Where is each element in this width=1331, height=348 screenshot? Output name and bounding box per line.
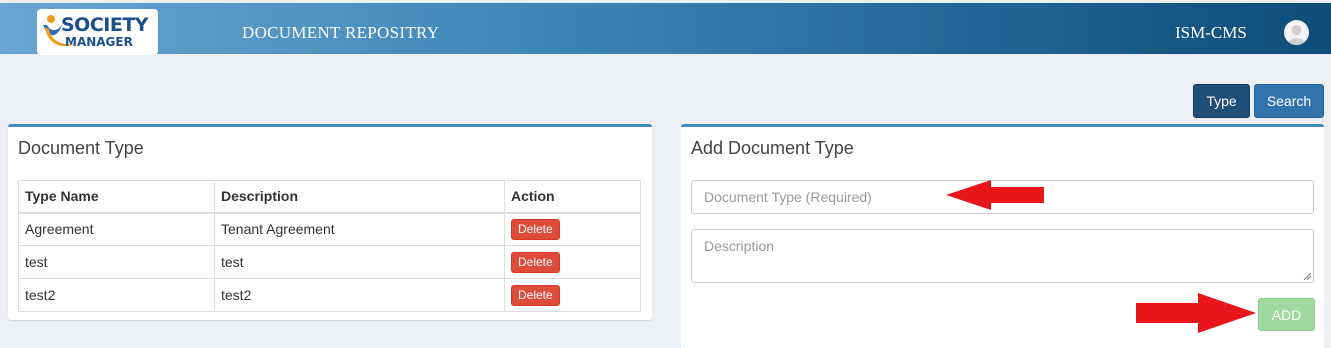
- document-type-title: Document Type: [18, 138, 144, 158]
- user-avatar-icon[interactable]: [1284, 20, 1309, 45]
- add-button[interactable]: ADD: [1258, 298, 1315, 331]
- action-cell: Delete: [504, 245, 641, 279]
- delete-button[interactable]: Delete: [511, 284, 560, 306]
- delete-button[interactable]: Delete: [511, 218, 560, 240]
- logo-text-manager: MANAGER: [65, 35, 133, 49]
- page-title: DOCUMENT REPOSITRY: [242, 23, 440, 42]
- column-header-type-name: Type Name: [18, 180, 215, 214]
- type-name-cell: Agreement: [18, 212, 215, 246]
- organization-name[interactable]: ISM-CMS: [1175, 23, 1247, 43]
- delete-button[interactable]: Delete: [511, 251, 560, 273]
- type-name-cell: test: [18, 245, 215, 279]
- type-button[interactable]: Type: [1193, 84, 1250, 118]
- top-navbar: SOCIETY MANAGER DOCUMENT REPOSITRY ISM-C…: [0, 3, 1331, 55]
- app-logo[interactable]: SOCIETY MANAGER: [37, 9, 158, 55]
- right-arrow-annotation-icon: [1136, 293, 1256, 333]
- table-header-row: Type Name Description Action: [18, 180, 641, 214]
- description-textarea[interactable]: Description: [691, 229, 1314, 283]
- search-button[interactable]: Search: [1254, 84, 1324, 118]
- logo-text-society: SOCIETY: [61, 14, 149, 36]
- action-cell: Delete: [504, 278, 641, 312]
- description-cell: test2: [214, 278, 505, 312]
- document-type-panel: Document Type Type Name Description Acti…: [8, 124, 652, 320]
- table-row: test2 test2 Delete: [18, 278, 641, 312]
- description-placeholder: Description: [704, 238, 775, 254]
- column-header-description: Description: [214, 180, 505, 214]
- description-cell: test: [214, 245, 505, 279]
- table-row: Agreement Tenant Agreement Delete: [18, 212, 641, 246]
- column-header-action: Action: [504, 180, 641, 214]
- description-cell: Tenant Agreement: [214, 212, 505, 246]
- resize-handle-icon[interactable]: [1303, 272, 1311, 280]
- add-document-type-title: Add Document Type: [691, 138, 854, 158]
- action-cell: Delete: [504, 212, 641, 246]
- document-type-table: Type Name Description Action Agreement T…: [18, 180, 641, 312]
- type-name-cell: test2: [18, 278, 215, 312]
- table-row: test test Delete: [18, 245, 641, 279]
- left-arrow-annotation-icon: [946, 180, 1044, 210]
